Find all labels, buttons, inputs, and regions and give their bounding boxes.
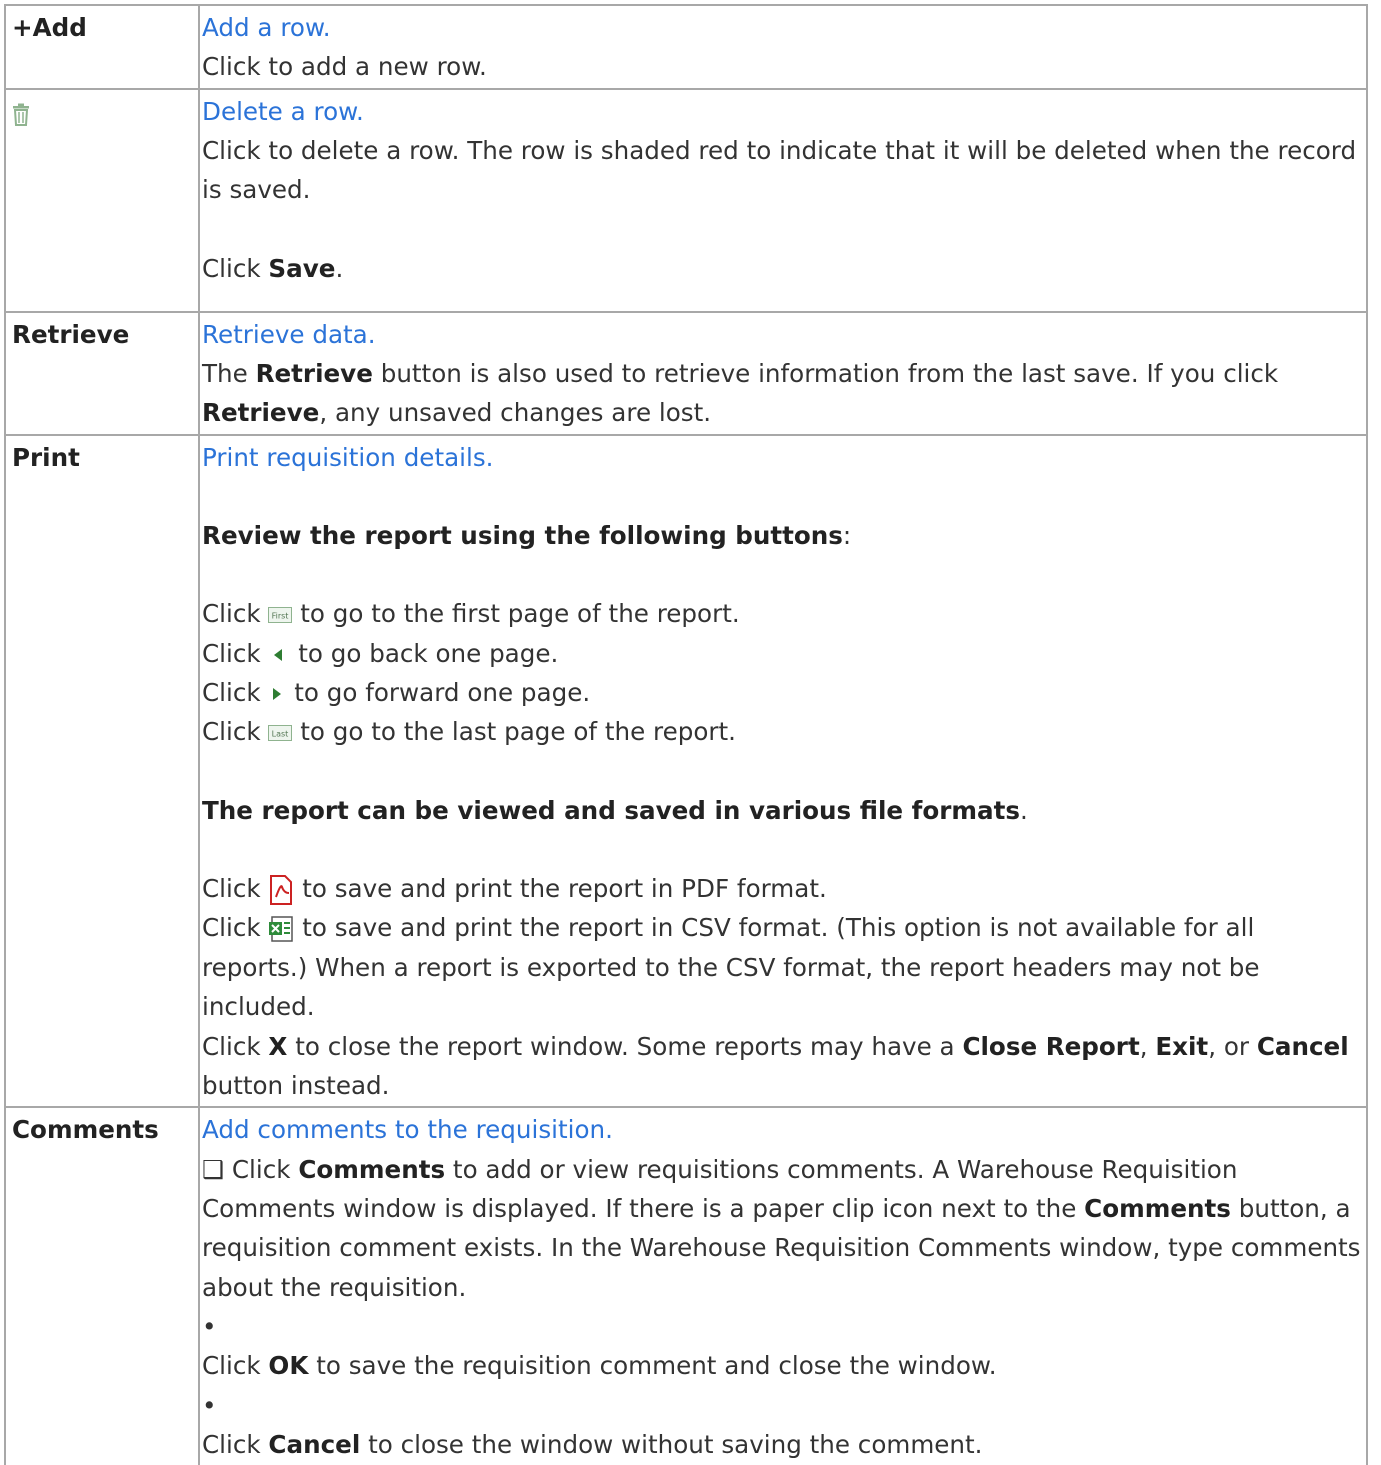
retrieve-data-link[interactable]: Retrieve data. (202, 315, 1366, 354)
table-row: Retrieve Retrieve data. The Retrieve but… (4, 310, 1368, 436)
add-comments-link[interactable]: Add comments to the requisition. (202, 1110, 1366, 1149)
add-button-label: +Add (4, 4, 200, 90)
pdf-icon (270, 875, 293, 906)
comments-button-label: Comments (4, 1106, 200, 1465)
ok-instruction: Click OK to save the requisition comment… (202, 1351, 997, 1381)
delete-description: Delete a row. Click to delete a row. The… (198, 87, 1368, 313)
next-page-icon (273, 688, 282, 701)
table-row: Delete a row. Click to delete a row. The… (4, 87, 1368, 313)
delete-row-link[interactable]: Delete a row. (202, 92, 1366, 131)
csv-line: Click to save and print the report in CS… (202, 913, 1260, 1022)
trash-icon (13, 103, 29, 126)
delete-row-text: Click to delete a row. The row is shaded… (202, 136, 1357, 205)
table-row: +Add Add a row. Click to add a new row. (4, 4, 1368, 90)
table-row: Print Print requisition details. Review … (4, 433, 1368, 1109)
retrieve-description: Retrieve data. The Retrieve button is al… (198, 310, 1368, 436)
add-description: Add a row. Click to add a new row. (198, 4, 1368, 90)
print-description: Print requisition details. Review the re… (198, 433, 1368, 1109)
close-report-line: Click X to close the report window. Some… (202, 1031, 1349, 1100)
help-table: +Add Add a row. Click to add a new row. … (4, 4, 1368, 1465)
first-page-icon: First (268, 607, 293, 624)
retrieve-button-label: Retrieve (4, 310, 200, 436)
comments-instruction: ❑ Click Comments to add or view requisit… (202, 1154, 1361, 1302)
retrieve-text: The Retrieve button is also used to retr… (202, 359, 1279, 428)
checkbox-glyph: ❑ (202, 1154, 225, 1184)
save-instruction: Click Save. (202, 253, 344, 283)
save-button-name: Save (268, 253, 336, 283)
nav-previous-line: Click to go back one page. (202, 638, 559, 668)
review-heading: Review the report using the following bu… (202, 521, 852, 551)
comments-description: Add comments to the requisition. ❑ Click… (198, 1106, 1368, 1465)
svg-text:Last: Last (272, 730, 289, 739)
bullet: • (202, 1311, 217, 1341)
previous-page-icon (274, 648, 283, 661)
nav-last-line: Click Last to go to the last page of the… (202, 717, 736, 747)
pdf-line: Click to save and print the report in PD… (202, 874, 827, 906)
last-page-icon: Last (268, 725, 293, 742)
cancel-instruction: Click Cancel to close the window without… (202, 1429, 983, 1459)
add-row-link[interactable]: Add a row. (202, 8, 1366, 47)
nav-first-line: Click First to go to the first page of t… (202, 599, 740, 629)
print-button-label: Print (4, 433, 200, 1109)
excel-icon (269, 916, 294, 943)
delete-button-cell (4, 87, 200, 313)
add-row-text: Click to add a new row. (202, 52, 487, 82)
nav-next-line: Click to go forward one page. (202, 678, 591, 708)
bullet: • (202, 1390, 217, 1420)
print-requisition-link[interactable]: Print requisition details. (202, 438, 1366, 477)
table-row: Comments Add comments to the requisition… (4, 1106, 1368, 1465)
formats-heading: The report can be viewed and saved in va… (202, 795, 1028, 825)
svg-text:First: First (272, 612, 289, 621)
